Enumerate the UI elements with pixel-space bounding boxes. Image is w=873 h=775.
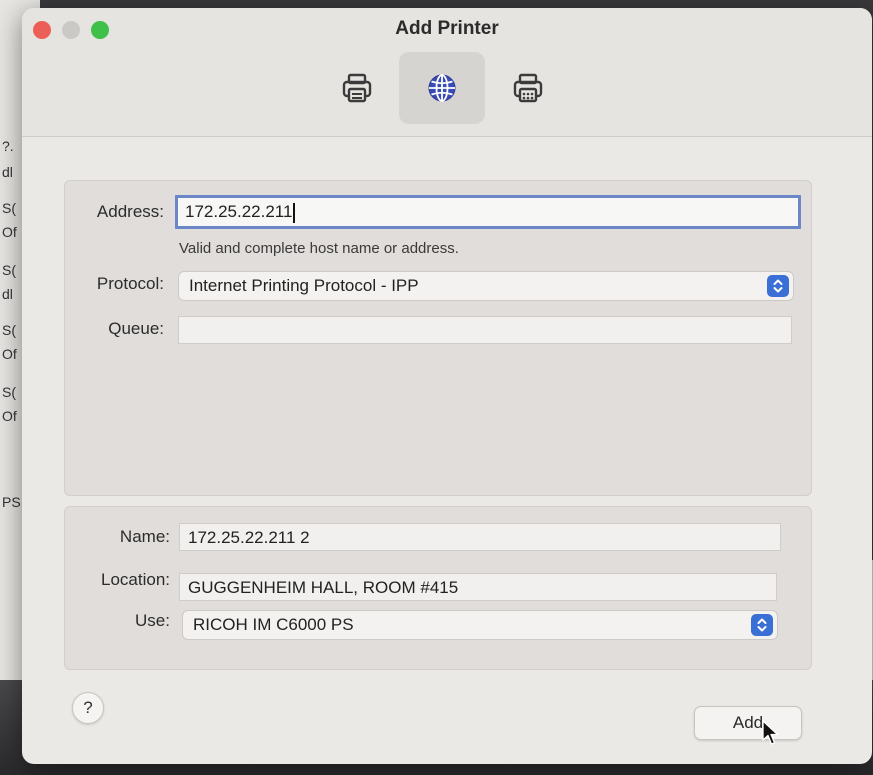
add-button[interactable]: Add: [694, 706, 802, 740]
protocol-stepper[interactable]: [767, 275, 789, 297]
mouse-pointer-icon: [762, 720, 779, 745]
protocol-label: Protocol:: [96, 274, 164, 293]
bg-text-fragment: ?.: [2, 138, 14, 154]
bg-text-fragment: Of: [2, 224, 17, 240]
driver-value: RICOH IM C6000 PS: [193, 615, 354, 634]
bg-text-fragment: S(: [2, 322, 16, 338]
bg-text-fragment: dl: [2, 286, 13, 302]
add-printer-window: Add Printer Address: 172.25.22.211 Valid…: [22, 8, 872, 764]
printer-icon: [342, 73, 372, 103]
queue-input[interactable]: [178, 316, 792, 344]
bg-text-fragment: PS: [2, 494, 21, 510]
protocol-select[interactable]: Internet Printing Protocol - IPP: [178, 271, 794, 301]
tab-default-printer[interactable]: [314, 52, 400, 124]
bg-text-fragment: S(: [2, 262, 16, 278]
driver-stepper[interactable]: [751, 614, 773, 636]
bg-text-fragment: S(: [2, 200, 16, 216]
address-label: Address:: [96, 202, 164, 221]
location-input[interactable]: GUGGENHEIM HALL, ROOM #415: [179, 573, 777, 601]
driver-select[interactable]: RICOH IM C6000 PS: [182, 610, 778, 640]
name-input[interactable]: 172.25.22.211 2: [179, 523, 781, 551]
window-title: Add Printer: [395, 18, 499, 39]
name-label: Name:: [119, 527, 170, 546]
protocol-value: Internet Printing Protocol - IPP: [189, 276, 419, 295]
fax-printer-icon: [513, 73, 543, 103]
use-label: Use:: [135, 611, 170, 630]
tab-ip-printer[interactable]: [399, 52, 485, 124]
globe-icon: [428, 74, 456, 102]
bg-text-fragment: S(: [2, 384, 16, 400]
address-hint: Valid and complete host name or address.: [179, 240, 459, 257]
bg-text-fragment: dl: [2, 164, 13, 180]
bg-text-fragment: Of: [2, 408, 17, 424]
location-label: Location:: [101, 570, 170, 589]
help-button[interactable]: ?: [72, 692, 104, 724]
address-value: 172.25.22.211: [185, 202, 293, 221]
queue-label: Queue:: [108, 319, 164, 338]
bg-text-fragment: Of: [2, 346, 17, 362]
text-caret: [293, 202, 295, 223]
title-bar: Add Printer: [22, 8, 872, 137]
address-input[interactable]: 172.25.22.211: [175, 195, 801, 229]
chevron-updown-icon: [757, 618, 767, 632]
chevron-updown-icon: [773, 279, 783, 293]
tab-windows-printer[interactable]: [485, 52, 571, 124]
